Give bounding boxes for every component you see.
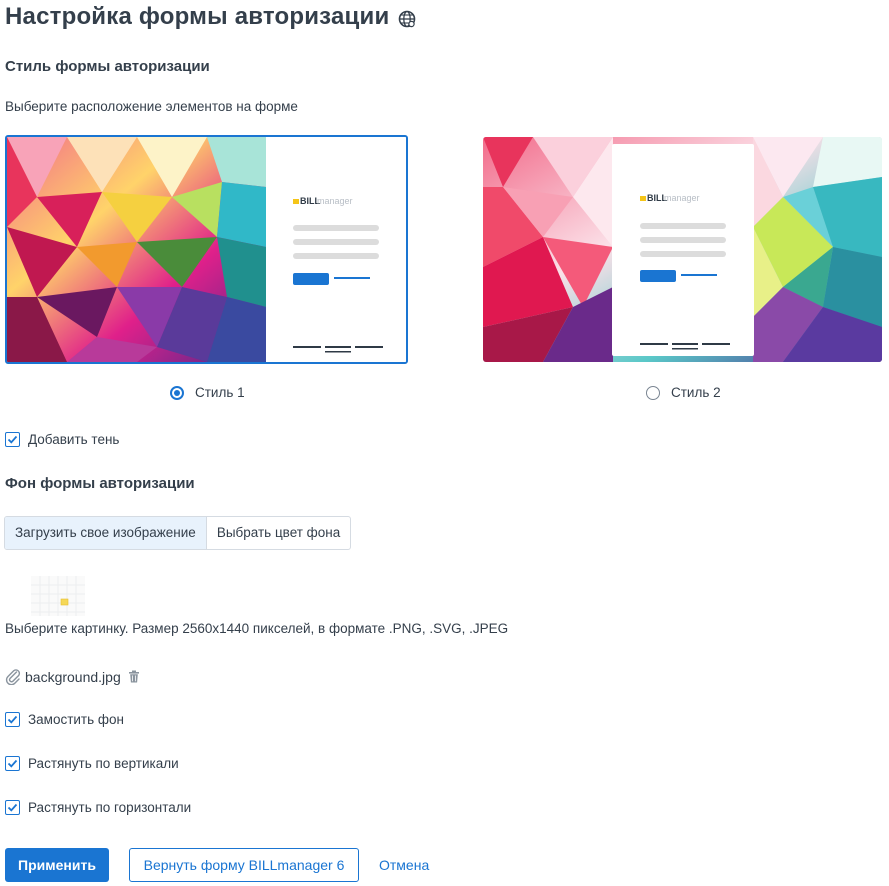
check-icon bbox=[7, 803, 18, 812]
trash-icon[interactable] bbox=[128, 670, 140, 683]
style-1-preview[interactable]: BILL manager bbox=[5, 135, 408, 364]
background-section-heading: Фон формы авторизации bbox=[5, 475, 195, 492]
style-2-preview[interactable]: BILL manager bbox=[483, 137, 882, 362]
stretch-vertical-checkbox[interactable] bbox=[5, 756, 20, 771]
reset-form-button[interactable]: Вернуть форму BILLmanager 6 bbox=[129, 848, 359, 882]
page-title: Настройка формы авторизации bbox=[5, 3, 390, 30]
tile-background-label[interactable]: Замостить фон bbox=[28, 712, 124, 727]
background-hint: Выберите картинку. Размер 2560x1440 пикс… bbox=[5, 621, 509, 636]
cancel-link[interactable]: Отмена bbox=[379, 857, 429, 873]
tab-upload-image[interactable]: Загрузить свое изображение bbox=[5, 517, 207, 549]
style-1-label[interactable]: Стиль 1 bbox=[195, 385, 245, 400]
style-section-heading: Стиль формы авторизации bbox=[5, 58, 210, 75]
check-icon bbox=[7, 759, 18, 768]
check-icon bbox=[7, 435, 18, 444]
style-2-radio[interactable] bbox=[646, 386, 660, 400]
apply-button[interactable]: Применить bbox=[5, 848, 109, 882]
style-2-label[interactable]: Стиль 2 bbox=[671, 385, 721, 400]
tab-choose-color[interactable]: Выбрать цвет фона bbox=[207, 517, 350, 549]
style-section-hint: Выберите расположение элементов на форме bbox=[5, 99, 298, 114]
add-shadow-checkbox[interactable] bbox=[5, 432, 20, 447]
background-thumbnail bbox=[31, 576, 85, 616]
preview-logo-light: manager bbox=[664, 193, 700, 203]
stretch-horizontal-label[interactable]: Растянуть по горизонтали bbox=[28, 800, 191, 815]
preview-logo-light: manager bbox=[317, 196, 353, 206]
paperclip-icon bbox=[5, 669, 21, 685]
file-name: background.jpg bbox=[25, 669, 121, 685]
stretch-vertical-label[interactable]: Растянуть по вертикали bbox=[28, 756, 179, 771]
check-icon bbox=[7, 715, 18, 724]
background-source-switch: Загрузить свое изображение Выбрать цвет … bbox=[4, 516, 352, 550]
globe-icon[interactable] bbox=[398, 10, 416, 28]
tile-background-checkbox[interactable] bbox=[5, 712, 20, 727]
add-shadow-label[interactable]: Добавить тень bbox=[28, 432, 119, 447]
stretch-horizontal-checkbox[interactable] bbox=[5, 800, 20, 815]
style-1-radio[interactable] bbox=[170, 386, 184, 400]
